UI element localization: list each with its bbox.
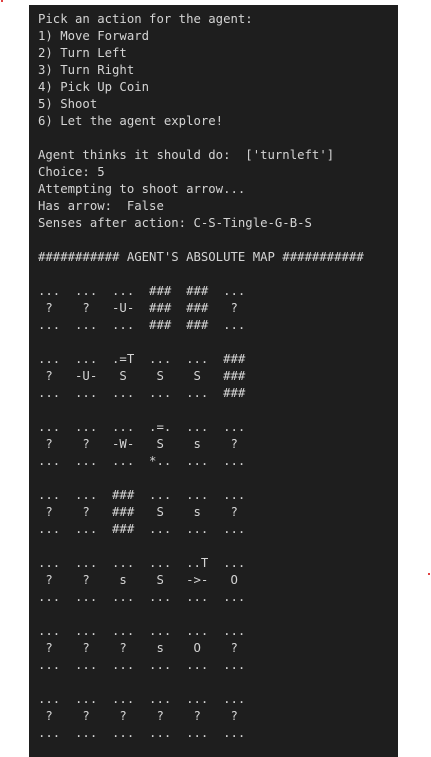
menu-option-turn-left: 2) Turn Left [38,46,127,60]
map-row-4-middle: ? ? ### S s ? [38,505,238,519]
menu-option-shoot: 5) Shoot [38,97,98,111]
menu-option-turn-right: 3) Turn Right [38,63,135,77]
prompt-line: Pick an action for the agent: [38,12,253,26]
menu-option-explore: 6) Let the agent explore! [38,114,224,128]
map-row-5-top: ... ... ... ... ..T ... [38,556,246,570]
menu-option-pick-up-coin: 4) Pick Up Coin [38,80,150,94]
map-row-6-top: ... ... ... ... ... ... [38,624,246,638]
map-row-6-bottom: ... ... ... ... ... ... [38,658,246,672]
choice-line: Choice: 5 [38,165,105,179]
map-row-5-middle: ? ? s S ->- O [38,573,238,587]
map-row-2-bottom: ... ... ... ... ... ### [38,386,246,400]
map-row-3-middle: ? ? -W- S s ? [38,437,238,451]
map-header-line: ########### AGENT'S ABSOLUTE MAP #######… [38,250,364,264]
menu-option-move-forward: 1) Move Forward [38,29,150,43]
map-row-2-top: ... ... .=T ... ... ### [38,352,246,366]
map-row-6-middle: ? ? ? s O ? [38,641,238,655]
terminal-output-panel: Pick an action for the agent: 1) Move Fo… [29,5,398,757]
agent-suggestion-line: Agent thinks it should do: ['turnleft'] [38,148,335,162]
map-row-7-middle: ? ? ? ? ? ? [38,709,238,723]
map-row-3-top: ... ... ... .=. ... ... [38,420,246,434]
stray-pixel-mark [428,573,430,575]
map-row-2-middle: ? -U- S S S ### [38,369,246,383]
map-row-7-top: ... ... ... ... ... ... [38,692,246,706]
senses-line: Senses after action: C-S-Tingle-G-B-S [38,216,312,230]
map-row-7-bottom: ... ... ... ... ... ... [38,726,246,740]
has-arrow-line: Has arrow: False [38,199,164,213]
map-row-1-top: ... ... ... ### ### ... [38,284,246,298]
map-row-1-bottom: ... ... ... ### ### ... [38,318,246,332]
map-row-3-bottom: ... ... ... *.. ... ... [38,454,246,468]
map-row-4-top: ... ... ### ... ... ... [38,488,246,502]
map-row-1-middle: ? ? -U- ### ### ? [38,301,238,315]
map-row-5-bottom: ... ... ... ... ... ... [38,590,246,604]
stray-pixel-mark [1,0,3,2]
map-row-4-bottom: ... ... ### ... ... ... [38,522,246,536]
action-status-line: Attempting to shoot arrow... [38,182,246,196]
